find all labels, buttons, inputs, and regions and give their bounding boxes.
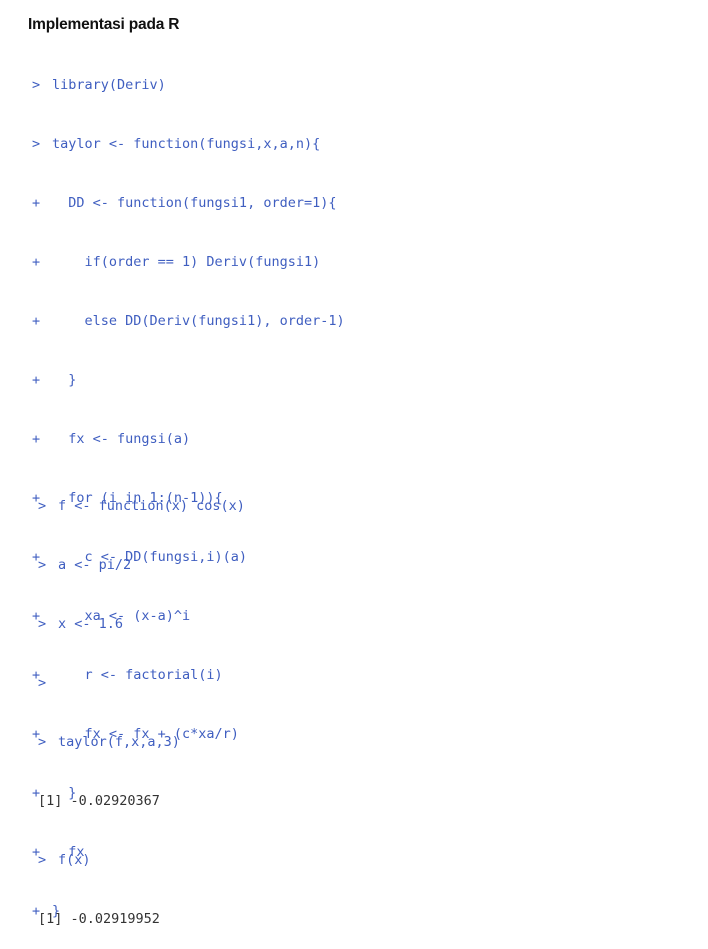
code-line: > library(Deriv) (32, 72, 345, 99)
code-text: } (52, 372, 77, 388)
output-line: [1] -0.02919952 (38, 906, 245, 933)
code-line: > f(x) (38, 847, 245, 874)
section-heading: Implementasi pada R (28, 16, 180, 33)
console-prompt: + (32, 254, 41, 270)
console-prompt: > (38, 498, 47, 514)
console-prompt: > (38, 734, 47, 750)
code-text: if(order == 1) Deriv(fungsi1) (52, 254, 321, 270)
console-output: [1] -0.02920367 (38, 793, 160, 809)
code-line: + DD <- function(fungsi1, order=1){ (32, 190, 345, 217)
code-text: f(x) (58, 852, 91, 868)
console-prompt: > (38, 557, 47, 573)
code-text: taylor <- function(fungsi,x,a,n){ (52, 136, 321, 152)
code-text: library(Deriv) (52, 77, 166, 93)
console-prompt: > (38, 616, 47, 632)
code-text: taylor(f,x,a,3) (58, 734, 180, 750)
code-line: > taylor <- function(fungsi,x,a,n){ (32, 131, 345, 158)
console-prompt: + (32, 195, 41, 211)
code-text: f <- function(x) cos(x) (58, 498, 245, 514)
code-text: x <- 1.6 (58, 616, 124, 632)
code-line: > taylor(f,x,a,3) (38, 729, 245, 756)
console-prompt: + (32, 313, 41, 329)
code-line: > x <- 1.6 (38, 611, 245, 638)
code-text: fx <- fungsi(a) (52, 431, 191, 447)
console-prompt: > (38, 675, 47, 691)
console-output: [1] -0.02919952 (38, 911, 160, 927)
r-console-evaluation-block: > f <- function(x) cos(x) > a <- pi/2 > x <… (38, 461, 245, 949)
console-prompt: > (32, 77, 41, 93)
code-line: + else DD(Deriv(fungsi1), order-1) (32, 308, 345, 335)
code-line: + if(order == 1) Deriv(fungsi1) (32, 249, 345, 276)
console-prompt: > (32, 136, 41, 152)
code-line: > f <- function(x) cos(x) (38, 493, 245, 520)
console-prompt: + (32, 372, 41, 388)
code-text: a <- pi/2 (58, 557, 132, 573)
code-line: + } (32, 367, 345, 394)
console-prompt: > (38, 852, 47, 868)
code-text: else DD(Deriv(fungsi1), order-1) (52, 313, 345, 329)
code-line: + fx <- fungsi(a) (32, 426, 345, 453)
code-text: DD <- function(fungsi1, order=1){ (52, 195, 337, 211)
output-line: [1] -0.02920367 (38, 788, 245, 815)
console-prompt: + (32, 431, 41, 447)
code-line: > (38, 670, 245, 697)
code-line: > a <- pi/2 (38, 552, 245, 579)
